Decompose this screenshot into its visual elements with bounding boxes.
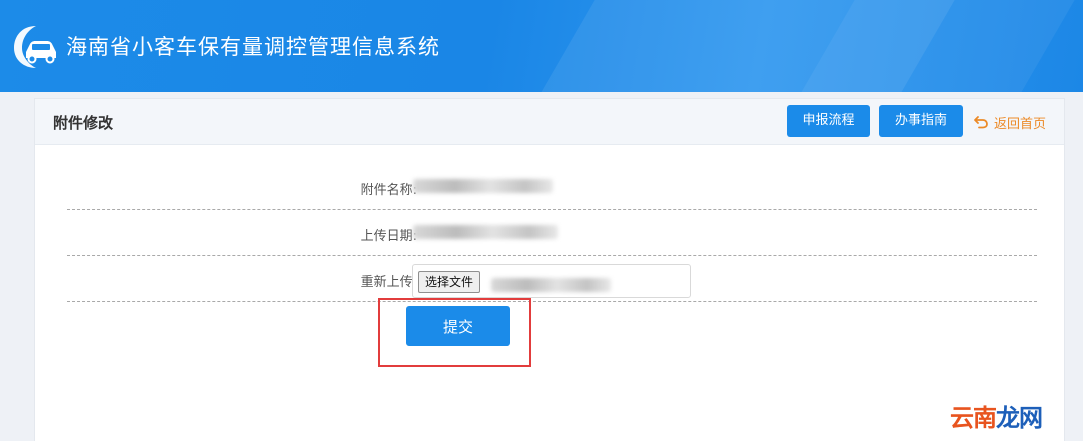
choose-file-button[interactable]: 选择文件 <box>418 271 481 293</box>
service-guide-button[interactable]: 办事指南 <box>879 105 963 137</box>
back-home-link[interactable]: 返回首页 <box>973 112 1046 132</box>
car-logo-icon <box>14 26 56 68</box>
app-header: 海南省小客车保有量调控管理信息系统 <box>0 0 1083 92</box>
reupload-label: 重新上传: <box>360 275 417 290</box>
attachment-edit-panel: 附件修改 申报流程 办事指南 返回首页 附件名称: 上传日期: 重新上传: 选择… <box>34 98 1065 441</box>
form-row-upload-date: 上传日期: <box>67 210 1037 256</box>
form-row-reupload: 重新上传: 选择文件 <box>67 256 1037 302</box>
panel-title: 附件修改 <box>53 114 114 132</box>
watermark-part1: 云南 <box>950 404 997 432</box>
selected-file-name-redacted <box>491 274 611 293</box>
panel-header: 附件修改 申报流程 办事指南 返回首页 <box>35 99 1064 145</box>
form-row-attachment-name: 附件名称: <box>67 164 1037 210</box>
attachment-name-label: 附件名称: <box>360 183 417 198</box>
application-flow-button[interactable]: 申报流程 <box>787 105 870 137</box>
return-arrow-icon <box>974 116 988 129</box>
site-watermark: 云南龙网 <box>950 398 1043 433</box>
back-home-label: 返回首页 <box>994 116 1047 132</box>
system-title: 海南省小客车保有量调控管理信息系统 <box>66 35 440 59</box>
upload-date-label: 上传日期: <box>360 229 417 244</box>
watermark-part2: 龙网 <box>996 404 1043 432</box>
attachment-name-value-redacted <box>413 178 553 196</box>
submit-highlight-annotation <box>378 298 531 367</box>
file-input[interactable]: 选择文件 <box>412 264 691 298</box>
upload-date-value-redacted <box>413 224 558 242</box>
